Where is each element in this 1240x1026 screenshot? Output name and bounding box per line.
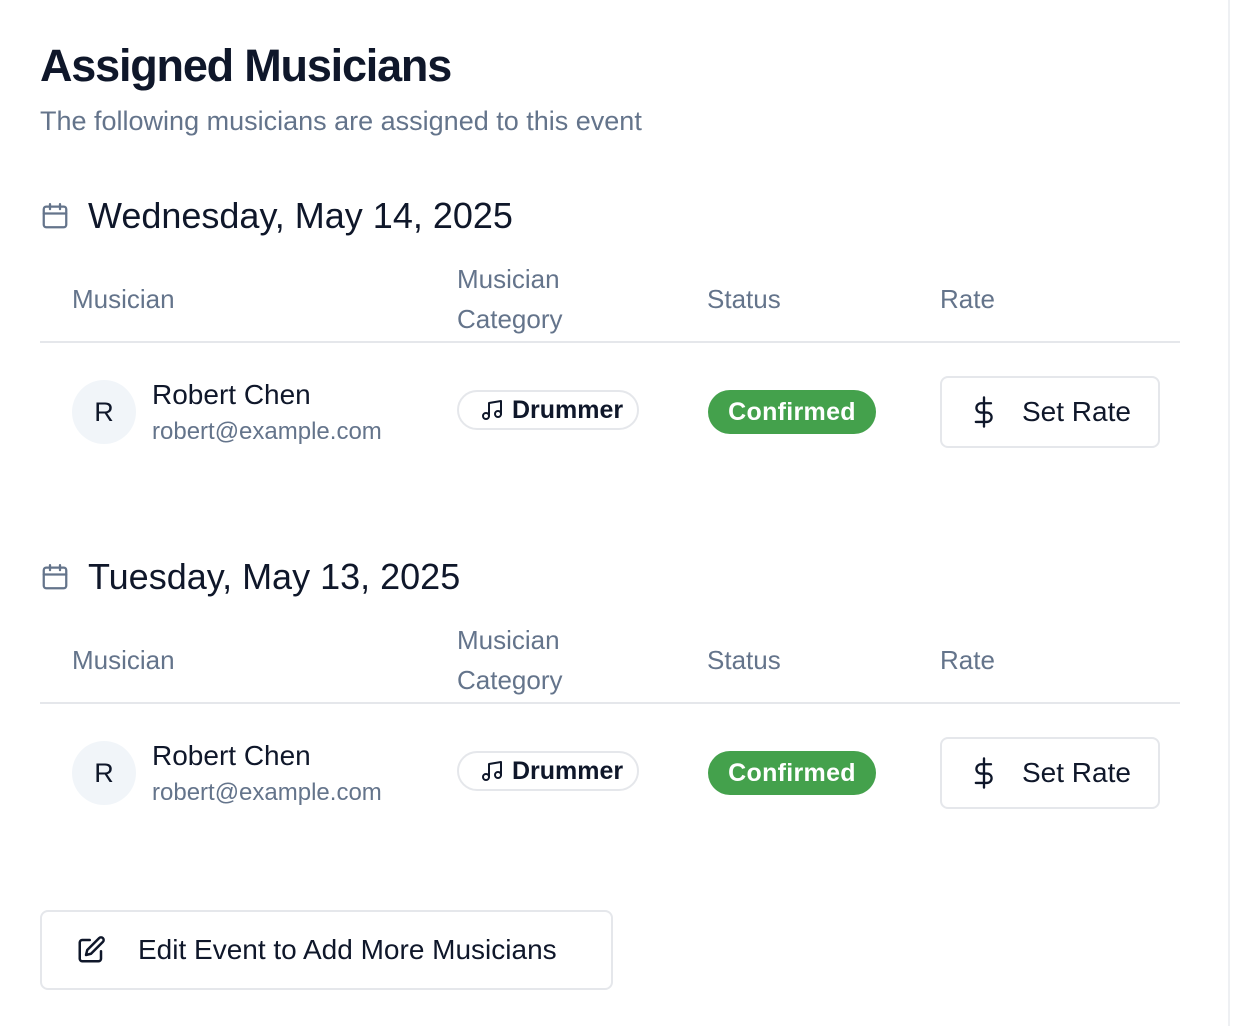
- date-label: Tuesday, May 13, 2025: [88, 556, 461, 597]
- column-header-category: Musician Category: [457, 264, 563, 334]
- set-rate-button[interactable]: Set Rate: [940, 737, 1160, 809]
- dollar-icon: [974, 757, 993, 789]
- column-header-rate: Rate: [940, 284, 995, 314]
- musician-email: robert@example.com: [152, 418, 382, 445]
- musician-email: robert@example.com: [152, 779, 382, 806]
- avatar: R: [72, 741, 136, 805]
- table-row: R Robert Chen robert@example.com Drummer…: [40, 704, 1180, 840]
- category-badge: Drummer: [457, 751, 639, 791]
- set-rate-button[interactable]: Set Rate: [940, 376, 1160, 448]
- column-header-status: Status: [707, 645, 781, 675]
- music-note-icon: [482, 400, 502, 420]
- edit-event-label: Edit Event to Add More Musicians: [138, 934, 557, 965]
- status-badge: Confirmed: [708, 390, 876, 434]
- page-title: Assigned Musicians: [40, 40, 452, 91]
- table-row: R Robert Chen robert@example.com Drummer…: [40, 343, 1180, 479]
- category-label: Drummer: [512, 395, 624, 424]
- status-badge: Confirmed: [708, 751, 876, 795]
- musician-name: Robert Chen: [152, 740, 311, 771]
- column-header-category: Musician Category: [457, 625, 563, 695]
- edit-icon: [78, 936, 105, 963]
- panel-right-border: [1228, 0, 1230, 1026]
- column-header-musician: Musician: [72, 645, 175, 675]
- table-header: Musician Musician Category Status Rate: [40, 618, 1180, 704]
- category-label: Drummer: [512, 756, 624, 785]
- column-header-musician: Musician: [72, 284, 175, 314]
- calendar-icon: [42, 203, 68, 229]
- date-heading: Tuesday, May 13, 2025: [40, 557, 460, 597]
- date-heading: Wednesday, May 14, 2025: [40, 196, 513, 236]
- date-label: Wednesday, May 14, 2025: [88, 195, 513, 236]
- set-rate-label: Set Rate: [1022, 396, 1131, 427]
- musician-name: Robert Chen: [152, 379, 311, 410]
- calendar-icon: [42, 564, 68, 590]
- set-rate-label: Set Rate: [1022, 757, 1131, 788]
- category-badge: Drummer: [457, 390, 639, 430]
- table-header: Musician Musician Category Status Rate: [40, 257, 1180, 343]
- edit-event-button[interactable]: Edit Event to Add More Musicians: [40, 910, 613, 990]
- page-subtitle: The following musicians are assigned to …: [40, 106, 642, 136]
- music-note-icon: [482, 761, 502, 781]
- dollar-icon: [974, 396, 993, 428]
- avatar: R: [72, 380, 136, 444]
- column-header-rate: Rate: [940, 645, 995, 675]
- column-header-status: Status: [707, 284, 781, 314]
